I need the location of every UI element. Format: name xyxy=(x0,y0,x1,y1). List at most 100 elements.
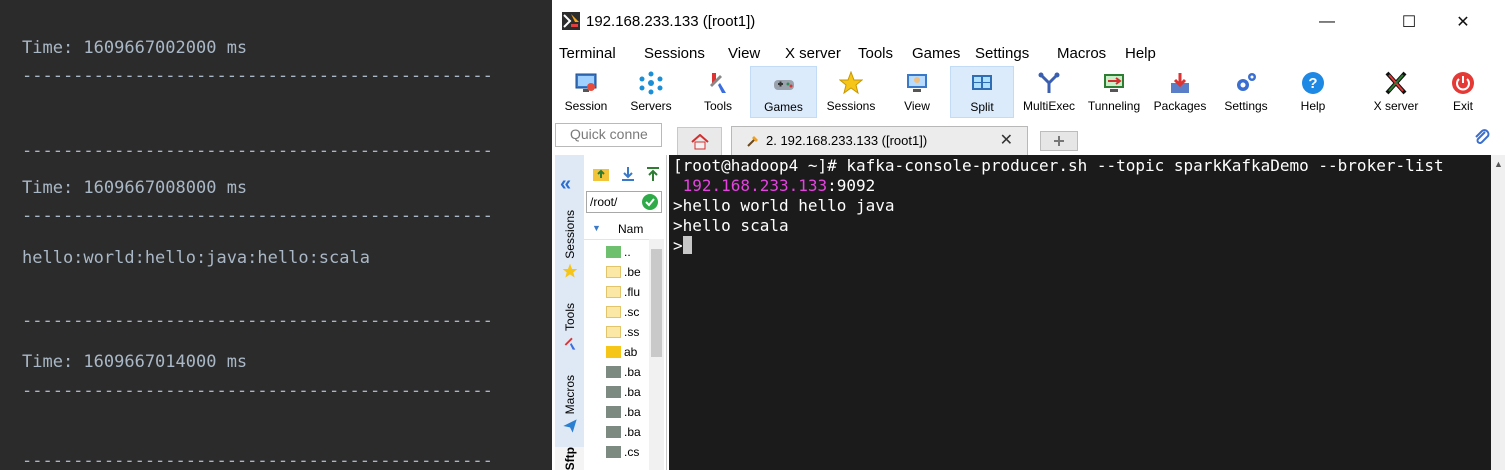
xserver-icon xyxy=(1384,71,1408,95)
svg-text:?: ? xyxy=(1308,75,1317,92)
menu-bar: Terminal Sessions View X server Tools Ga… xyxy=(552,44,1505,66)
menu-help[interactable]: Help xyxy=(1125,45,1156,62)
help-icon: ? xyxy=(1301,71,1325,95)
menu-terminal[interactable]: Terminal xyxy=(559,45,616,62)
file-icon xyxy=(606,426,621,438)
window-title: 192.168.233.133 ([root1]) xyxy=(586,13,756,30)
maximize-button[interactable]: ☐ xyxy=(1383,0,1435,44)
menu-view[interactable]: View xyxy=(728,45,760,62)
parent-folder-icon[interactable] xyxy=(592,165,610,183)
settings-icon xyxy=(1234,71,1258,95)
games-icon xyxy=(772,72,796,96)
menu-settings[interactable]: Settings xyxy=(975,45,1029,62)
sidebar-tab-tools[interactable]: Tools xyxy=(555,303,584,365)
minimize-button[interactable]: — xyxy=(1301,0,1353,44)
multiexec-icon xyxy=(1037,71,1061,95)
session-tab-label: 2. 192.168.233.133 ([root1]) xyxy=(766,133,928,148)
session-icon xyxy=(574,71,598,95)
split-icon xyxy=(970,72,994,96)
exit-icon xyxy=(1451,71,1475,95)
close-window-button[interactable]: ✕ xyxy=(1437,0,1489,44)
scroll-up-arrow-icon[interactable]: ▲ xyxy=(1494,159,1503,169)
tunneling-icon xyxy=(1102,71,1126,95)
terminal-scrollbar[interactable]: ▲ xyxy=(1491,155,1505,470)
mobaxterm-window: 192.168.233.133 ([root1]) — ☐ ✕ Terminal… xyxy=(552,0,1505,470)
toolbar-packages-button[interactable]: Packages xyxy=(1148,66,1212,118)
terminal-cursor xyxy=(682,236,692,254)
session-tab[interactable]: 2. 192.168.233.133 ([root1]) ✕ xyxy=(731,126,1028,155)
path-ok-icon[interactable] xyxy=(642,194,658,210)
toolbar-help-button[interactable]: ? Help xyxy=(1282,66,1344,118)
terminal-area[interactable]: [root@hadoop4 ~]# kafka-console-producer… xyxy=(669,155,1491,470)
terminal-line: >hello scala xyxy=(673,216,789,235)
plus-icon xyxy=(1054,136,1064,146)
terminal-line: >hello world hello java xyxy=(673,196,895,215)
toolbar-sessions-button[interactable]: Sessions xyxy=(818,66,884,118)
toolbar-exit-button[interactable]: Exit xyxy=(1434,66,1492,118)
tools-icon xyxy=(706,71,730,95)
folder-icon xyxy=(606,346,621,358)
menu-tools[interactable]: Tools xyxy=(858,45,893,62)
console-divider: ----------------------------------------… xyxy=(22,141,493,161)
terminal-line: [root@hadoop4 ~]# kafka-console-producer… xyxy=(673,156,1444,175)
toolbar-split-button[interactable]: Split xyxy=(950,66,1014,118)
upload-icon[interactable] xyxy=(644,165,662,183)
console-divider: ----------------------------------------… xyxy=(22,0,493,6)
menu-x-server[interactable]: X server xyxy=(785,45,841,62)
collapse-sidebar-icon[interactable]: « xyxy=(560,173,571,196)
menu-games[interactable]: Games xyxy=(912,45,960,62)
view-icon xyxy=(905,71,929,95)
file-icon xyxy=(606,406,621,418)
toolbar-tunneling-button[interactable]: Tunneling xyxy=(1082,66,1146,118)
console-divider: ----------------------------------------… xyxy=(22,311,493,331)
broker-ip: 192.168.233.133 xyxy=(673,176,828,195)
download-icon[interactable] xyxy=(619,165,637,183)
toolbar-multiexec-button[interactable]: MultiExec xyxy=(1017,66,1081,118)
paperclip-icon[interactable] xyxy=(1473,128,1491,146)
terminal-prompt-line: > xyxy=(673,236,692,255)
sidebar-tab-sessions[interactable]: Sessions xyxy=(555,210,584,288)
packages-icon xyxy=(1168,71,1192,95)
mobaxterm-app-icon xyxy=(562,12,580,30)
folder-icon xyxy=(606,286,621,298)
toolbar-view-button[interactable]: View xyxy=(886,66,948,118)
sidebar-tab-sftp[interactable]: Sftp xyxy=(555,447,584,470)
console-line: Time: 1609667002000 ms xyxy=(22,38,248,58)
scrollbar-thumb[interactable] xyxy=(651,249,662,357)
console-divider: ----------------------------------------… xyxy=(22,206,493,226)
toolbar-tools-button[interactable]: Tools xyxy=(687,66,749,118)
toolbar-games-button[interactable]: Games xyxy=(750,66,817,118)
column-name-header: Nam xyxy=(618,222,644,236)
title-bar[interactable]: 192.168.233.133 ([root1]) — ☐ ✕ xyxy=(552,0,1505,44)
console-divider: ----------------------------------------… xyxy=(22,451,493,470)
paper-plane-icon xyxy=(562,419,577,434)
toolbar-xserver-button[interactable]: X server xyxy=(1362,66,1430,118)
toolbar-servers-button[interactable]: Servers xyxy=(620,66,682,118)
console-line: hello:world:hello:java:hello:scala xyxy=(22,248,370,268)
star-icon xyxy=(562,263,577,278)
toolbar-session-button[interactable]: Session xyxy=(555,66,617,118)
tools-icon xyxy=(564,337,575,350)
menu-macros[interactable]: Macros xyxy=(1057,45,1106,62)
console-line: Time: 1609667014000 ms xyxy=(22,352,248,372)
file-icon xyxy=(606,366,621,378)
file-list-scrollbar[interactable] xyxy=(649,239,664,470)
terminal-line: 192.168.233.133:9092 xyxy=(673,176,876,195)
close-tab-button[interactable]: ✕ xyxy=(1000,130,1013,150)
console-divider: ----------------------------------------… xyxy=(22,66,493,86)
file-list-header[interactable]: ▼ Nam xyxy=(584,219,664,240)
sort-arrow-icon: ▼ xyxy=(592,223,601,233)
quick-connect-input[interactable]: Quick conne xyxy=(555,123,662,147)
ide-console-output: ----------------------------------------… xyxy=(0,0,552,470)
folder-icon xyxy=(606,326,621,338)
servers-icon xyxy=(639,71,663,95)
sidebar-tab-macros[interactable]: Macros xyxy=(555,375,584,445)
toolbar-settings-button[interactable]: Settings xyxy=(1214,66,1278,118)
console-line: Time: 1609667008000 ms xyxy=(22,178,248,198)
home-tab[interactable] xyxy=(677,127,722,155)
menu-sessions[interactable]: Sessions xyxy=(644,45,705,62)
terminal-tab-icon xyxy=(747,136,758,147)
new-tab-button[interactable] xyxy=(1040,131,1078,151)
parent-folder-icon xyxy=(606,246,621,258)
sessions-star-icon xyxy=(839,71,863,95)
